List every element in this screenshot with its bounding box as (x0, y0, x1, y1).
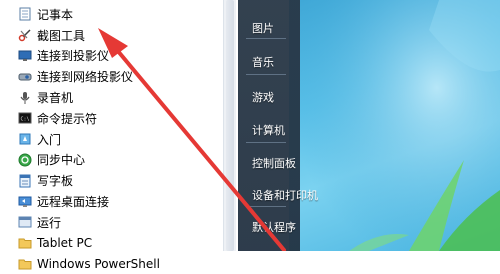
desktop-wallpaper-art (289, 0, 500, 251)
projector-icon (18, 49, 32, 63)
program-item-snipping-tool[interactable]: 截图工具 (16, 25, 216, 46)
right-menu-item-games[interactable]: 游戏 (252, 89, 274, 105)
program-folder-windows-powershell[interactable]: Windows PowerShell (16, 254, 216, 274)
program-item-wordpad[interactable]: 写字板 (16, 170, 216, 191)
program-label: 录音机 (37, 91, 74, 106)
program-label: 写字板 (37, 174, 74, 189)
program-item-notepad[interactable]: 记事本 (16, 4, 216, 25)
right-menu-label: 计算机 (252, 124, 285, 137)
program-list-scrollbar[interactable] (223, 0, 236, 251)
wordpad-icon (18, 174, 32, 188)
program-item-connect-network-projector[interactable]: 连接到网络投影仪 (16, 66, 216, 87)
program-item-run[interactable]: 运行 (16, 212, 216, 233)
program-folder-tablet-pc[interactable]: Tablet PC (16, 233, 216, 254)
folder-icon (18, 236, 32, 250)
program-label: 同步中心 (37, 153, 86, 168)
folder-icon (18, 257, 32, 271)
right-menu-label: 控制面板 (252, 157, 296, 170)
program-label: 运行 (37, 215, 62, 230)
program-label: Tablet PC (37, 236, 93, 251)
program-label: 命令提示符 (37, 111, 98, 126)
desktop-background (289, 0, 500, 251)
menu-separator (246, 206, 286, 207)
program-item-connect-projector[interactable]: 连接到投影仪 (16, 46, 216, 67)
menu-separator (246, 74, 286, 75)
menu-separator (246, 142, 286, 143)
notepad-icon (18, 7, 32, 21)
run-icon (18, 215, 32, 229)
right-menu-item-pictures[interactable]: 图片 (252, 20, 274, 36)
cmd-icon: C:\ (18, 111, 32, 125)
snipping-tool-icon (18, 28, 32, 42)
right-menu-label: 图片 (252, 22, 274, 35)
program-item-remote-desktop[interactable]: 远程桌面连接 (16, 191, 216, 212)
menu-separator (246, 38, 286, 39)
network-projector-icon (18, 70, 32, 84)
program-item-getting-started[interactable]: 入门 (16, 129, 216, 150)
sync-center-icon (18, 153, 32, 167)
program-item-command-prompt[interactable]: C:\ 命令提示符 (16, 108, 216, 129)
program-item-sync-center[interactable]: 同步中心 (16, 150, 216, 171)
right-menu-label: 音乐 (252, 56, 274, 69)
program-label: Windows PowerShell (37, 256, 160, 271)
program-label: 远程桌面连接 (37, 195, 110, 210)
right-menu-item-music[interactable]: 音乐 (252, 54, 274, 70)
scrollbar-thumb[interactable] (226, 0, 234, 251)
remote-desktop-icon (18, 195, 32, 209)
program-label: 截图工具 (37, 28, 86, 43)
right-menu-label: 游戏 (252, 91, 274, 104)
program-label: 入门 (37, 132, 62, 147)
microphone-icon (18, 91, 32, 105)
right-menu-item-default-programs[interactable]: 默认程序 (252, 219, 296, 235)
program-label: 连接到网络投影仪 (37, 70, 134, 85)
svg-text:C:\: C:\ (21, 117, 30, 123)
program-item-sound-recorder[interactable]: 录音机 (16, 87, 216, 108)
right-menu-item-devices-printers[interactable]: 设备和打印机 (252, 187, 318, 203)
right-menu-label: 默认程序 (252, 221, 296, 234)
program-list: 记事本 截图工具 连接到投影仪 连接到网络投影仪 录音机 C:\ 命令提示符 入… (16, 4, 216, 274)
right-menu-item-control-panel[interactable]: 控制面板 (252, 155, 296, 171)
right-menu-label: 设备和打印机 (252, 189, 318, 202)
start-menu-programs-panel: 记事本 截图工具 连接到投影仪 连接到网络投影仪 录音机 C:\ 命令提示符 入… (0, 0, 239, 271)
program-label: 记事本 (37, 7, 74, 22)
right-menu-item-computer[interactable]: 计算机 (252, 122, 285, 138)
getting-started-icon (18, 132, 32, 146)
program-label: 连接到投影仪 (37, 49, 110, 64)
